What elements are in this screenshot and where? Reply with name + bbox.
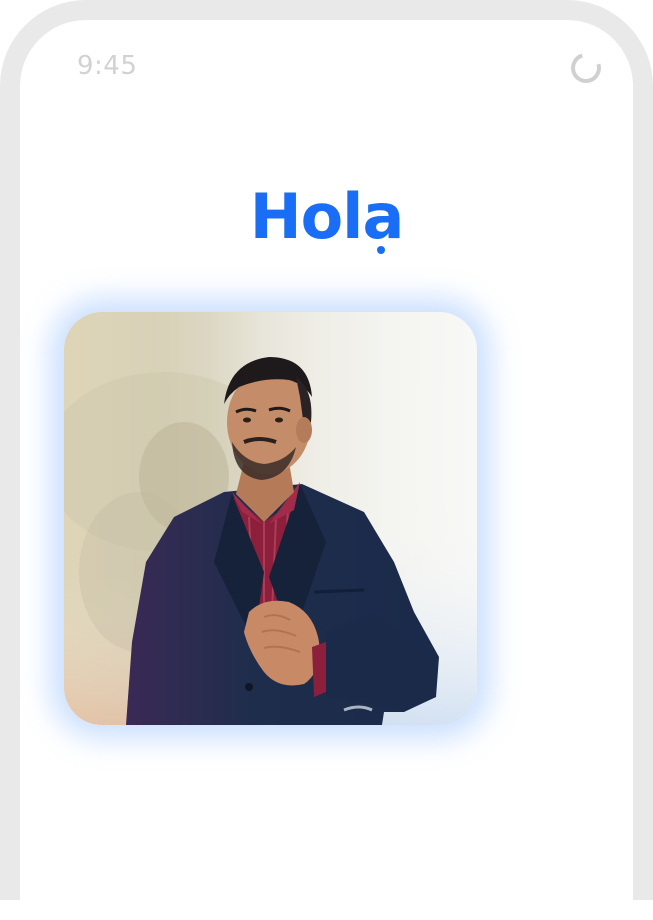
loading-ring-icon [565, 47, 607, 89]
status-time: 9:45 [77, 51, 138, 81]
greeting-heading: Hola [249, 180, 405, 253]
phone-frame: 9:45 Hola [0, 0, 653, 920]
portrait-illustration [64, 312, 477, 725]
phone-screen: 9:45 Hola [20, 20, 633, 920]
profile-photo[interactable] [64, 312, 477, 725]
greeting-accent-dot [377, 246, 385, 254]
